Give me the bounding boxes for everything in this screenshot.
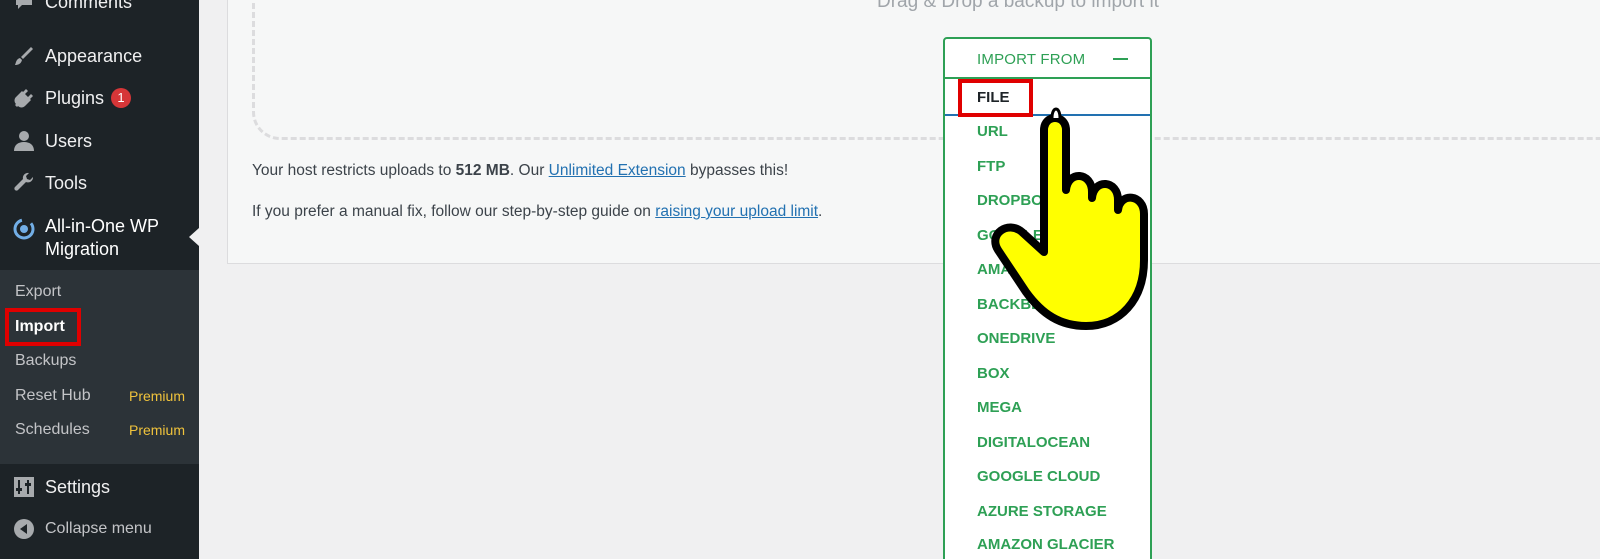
migration-submenu: Export Import Backups Reset Hub Premium … (0, 270, 199, 464)
collapse-minus-icon (1113, 58, 1128, 60)
plugin-icon (12, 86, 36, 110)
sidebar-item-tools[interactable]: Tools (0, 171, 199, 195)
import-option-amazon-glacier[interactable]: AMAZON GLACIER (977, 536, 1115, 553)
sidebar-item-label: All-in-One WP Migration (45, 216, 159, 259)
import-from-label: IMPORT FROM (977, 51, 1086, 68)
import-option-mega[interactable]: MEGA (977, 399, 1022, 416)
manual-fix-notice: If you prefer a manual fix, follow our s… (252, 203, 823, 220)
sidebar-item-users[interactable]: Users (0, 129, 199, 153)
settings-icon (12, 475, 36, 499)
sidebar-item-plugins[interactable]: Plugins 1 (0, 86, 199, 110)
submenu-item-backups[interactable]: Backups (15, 352, 76, 370)
plugins-update-badge: 1 (111, 87, 132, 108)
sidebar-item-label: Plugins 1 (45, 87, 132, 109)
collapse-menu-button[interactable]: Collapse menu (0, 517, 199, 541)
unlimited-extension-link[interactable]: Unlimited Extension (549, 162, 686, 179)
paintbrush-icon (12, 44, 36, 68)
upload-limit-notice: Your host restricts uploads to 512 MB. O… (252, 162, 789, 179)
backup-drop-zone[interactable] (252, 0, 1600, 140)
premium-tag: Premium (128, 388, 185, 404)
sidebar-item-label: Settings (45, 476, 111, 497)
sidebar-item-settings[interactable]: Settings (0, 475, 199, 499)
sidebar-item-all-in-one-wp-migration[interactable]: All-in-One WP Migration (0, 205, 199, 270)
pointing-hand-icon (990, 100, 1170, 335)
import-from-button[interactable]: IMPORT FROM (945, 39, 1150, 79)
sidebar-item-label: Comments (45, 0, 133, 12)
submenu-item-export[interactable]: Export (15, 283, 61, 301)
drop-zone-text: Drag & Drop a backup to import it (877, 0, 1159, 12)
sidebar-item-label: Appearance (45, 45, 143, 66)
submenu-item-import[interactable]: Import (15, 318, 65, 336)
import-option-azure-storage[interactable]: AZURE STORAGE (977, 503, 1107, 520)
users-icon (12, 129, 36, 153)
wrench-icon (12, 171, 36, 195)
sidebar-item-appearance[interactable]: Appearance (0, 44, 199, 68)
collapse-icon (12, 517, 36, 541)
upload-limit-size: 512 MB (455, 162, 510, 179)
migration-icon (12, 217, 36, 241)
active-menu-arrow (189, 228, 199, 246)
submenu-item-reset-hub[interactable]: Reset Hub (15, 387, 91, 405)
admin-sidebar: Comments Appearance Plugins 1 Users Tools… (0, 0, 199, 559)
import-option-google-cloud[interactable]: GOOGLE CLOUD (977, 468, 1100, 485)
sidebar-item-label: Users (45, 130, 93, 151)
raise-upload-limit-link[interactable]: raising your upload limit (655, 203, 818, 220)
import-option-box[interactable]: BOX (977, 365, 1010, 382)
sidebar-item-comments[interactable]: Comments (0, 0, 199, 14)
sidebar-item-label: Collapse menu (45, 520, 152, 537)
import-option-digitalocean[interactable]: DIGITALOCEAN (977, 434, 1090, 451)
submenu-item-schedules[interactable]: Schedules (15, 421, 90, 439)
sidebar-item-label: Tools (45, 172, 88, 193)
premium-tag: Premium (128, 422, 185, 438)
comments-icon (12, 0, 36, 14)
